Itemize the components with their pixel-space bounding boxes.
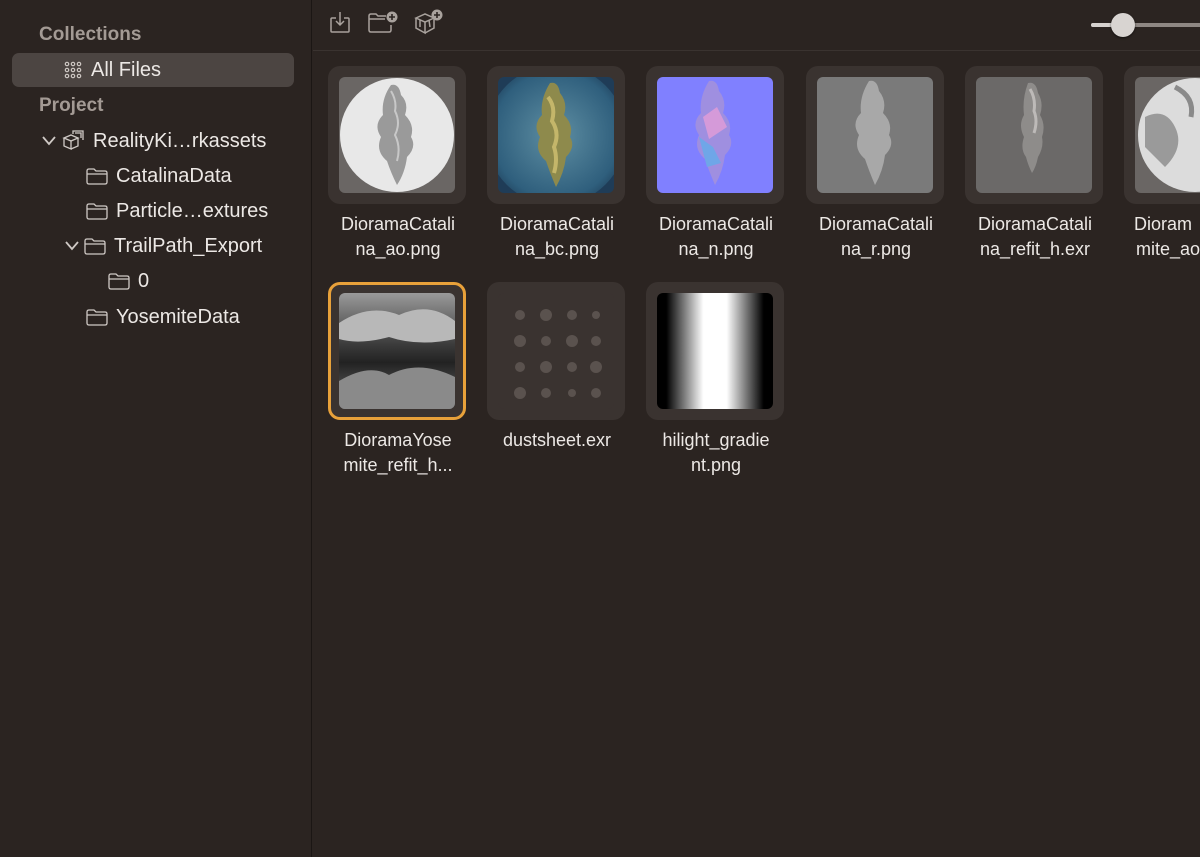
folder-icon — [84, 237, 106, 255]
folder-icon — [86, 202, 108, 220]
file-name: DioramaCatali na_refit_h.exr — [977, 214, 1093, 259]
thumbnail-frame — [487, 66, 625, 204]
thumbnail-frame — [646, 66, 784, 204]
thumbnail-frame — [328, 282, 466, 420]
thumbnail-image — [657, 77, 773, 193]
thumbnail-image — [498, 293, 614, 409]
tree-item-label: Particle…extures — [116, 199, 269, 222]
import-button[interactable] — [325, 10, 355, 38]
file-browser: DioramaCatali na_ao.png DioramaCatali na_b… — [313, 0, 1200, 857]
toolbar — [313, 0, 1200, 51]
thumbnail-image — [1135, 77, 1200, 193]
tree-item-yosemite-data[interactable]: YosemiteData — [86, 300, 240, 334]
add-entity-button[interactable] — [413, 9, 445, 40]
file-name: DioramaYose mite_refit_h... — [343, 430, 453, 475]
thumbnail-frame — [1124, 66, 1200, 204]
file-name: DioramaCatali na_ao.png — [340, 214, 456, 259]
asset-browser-window: Collections All Files Project RealityKi…… — [0, 0, 1200, 857]
tree-item-label: RealityKi…rkassets — [93, 129, 267, 152]
grid-icon — [63, 60, 83, 80]
file-name: dustsheet.exr — [502, 430, 612, 450]
tree-item-particle-textures[interactable]: Particle…extures — [86, 194, 268, 228]
tree-item-label: YosemiteData — [116, 305, 240, 328]
file-name: DioramaCatali na_n.png — [658, 214, 774, 259]
file-name: DioramaCatali na_bc.png — [499, 214, 615, 259]
chevron-down-icon[interactable] — [64, 238, 80, 254]
file-name: Dioram mite_ao — [1134, 214, 1200, 259]
reality-assets-icon — [61, 130, 85, 152]
chevron-down-icon[interactable] — [41, 133, 57, 149]
thumbnail-frame — [328, 66, 466, 204]
tree-item-label: TrailPath_Export — [114, 234, 263, 257]
folder-icon — [86, 308, 108, 326]
sidebar-item-label: All Files — [91, 58, 162, 81]
import-icon — [329, 10, 351, 39]
new-folder-icon — [368, 11, 398, 38]
new-folder-button[interactable] — [368, 10, 398, 38]
thumbnail-image — [498, 77, 614, 193]
thumbnail-frame — [806, 66, 944, 204]
file-name: hilight_gradie nt.png — [662, 430, 770, 475]
collections-heading: Collections — [39, 24, 142, 45]
add-3d-object-icon — [413, 9, 445, 40]
tree-item-label: 0 — [138, 269, 150, 292]
thumbnail-image — [657, 293, 773, 409]
tree-item-trailpath-export[interactable]: TrailPath_Export — [64, 229, 262, 263]
tree-item-catalina-data[interactable]: CatalinaData — [86, 159, 232, 193]
thumbnail-frame — [646, 282, 784, 420]
file-name: DioramaCatali na_r.png — [818, 214, 934, 259]
folder-icon — [108, 272, 130, 290]
thumbnail-frame — [487, 282, 625, 420]
tree-item-label: CatalinaData — [116, 164, 232, 187]
tree-item-root[interactable]: RealityKi…rkassets — [41, 124, 266, 158]
zoom-slider[interactable] — [1091, 12, 1200, 38]
tree-item-0[interactable]: 0 — [108, 264, 149, 298]
project-heading: Project — [39, 95, 104, 116]
folder-icon — [86, 167, 108, 185]
sidebar-item-all-files[interactable]: All Files — [12, 53, 294, 87]
slider-knob[interactable] — [1111, 13, 1135, 37]
thumbnail-image — [976, 77, 1092, 193]
sidebar: Collections All Files Project RealityKi…… — [0, 0, 312, 857]
thumbnail-image — [817, 77, 933, 193]
thumbnail-image — [339, 77, 455, 193]
thumbnail-frame — [965, 66, 1103, 204]
thumbnail-image — [339, 293, 455, 409]
